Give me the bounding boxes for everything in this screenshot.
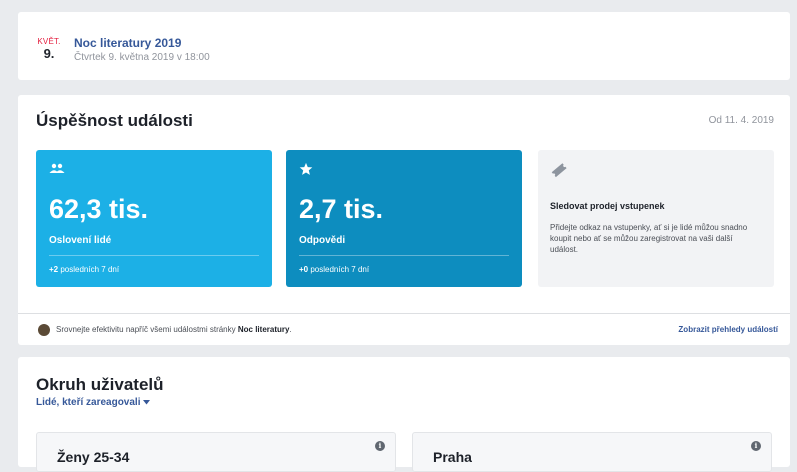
section-title: Úspěšnost události bbox=[36, 111, 193, 130]
since-date: Od 11. 4. 2019 bbox=[708, 115, 774, 126]
people-icon bbox=[49, 162, 65, 180]
audience-card: Okruh uživatelů Lidé, kteří zareagovali … bbox=[18, 357, 790, 472]
responses-trend: +0 posledních 7 dní bbox=[299, 265, 369, 274]
reach-label: Oslovení lidé bbox=[49, 235, 112, 246]
audience-tile-location[interactable]: Praha i bbox=[412, 432, 772, 472]
reach-value: 62,3 tis. bbox=[49, 194, 149, 224]
reach-tile[interactable]: 62,3 tis. Oslovení lidé +2 posledních 7 … bbox=[36, 150, 272, 287]
responses-tile[interactable]: 2,7 tis. Odpovědi +0 posledních 7 dní bbox=[286, 150, 522, 287]
view-event-insights-link[interactable]: Zobrazit přehledy událostí bbox=[678, 325, 778, 334]
comparison-footer: Srovnejte efektivitu napříč všemi událos… bbox=[18, 313, 790, 345]
audience-tile-demographic[interactable]: Ženy 25-34 i bbox=[36, 432, 396, 472]
responses-delta: +0 bbox=[299, 265, 309, 274]
audience-title: Okruh uživatelů bbox=[36, 375, 164, 394]
audience-tile-label: Ženy 25-34 bbox=[57, 449, 130, 465]
ticket-sales-title: Sledovat prodej vstupenek bbox=[550, 201, 665, 211]
responses-period: posledních 7 dní bbox=[310, 265, 370, 274]
reach-trend: +2 posledních 7 dní bbox=[49, 265, 119, 274]
star-icon bbox=[299, 162, 313, 181]
divider bbox=[18, 313, 790, 314]
event-date: KVĚT. 9. bbox=[34, 37, 64, 61]
tile-divider bbox=[49, 255, 259, 256]
ticket-sales-tile[interactable]: Sledovat prodej vstupenek Přidejte odkaz… bbox=[538, 150, 774, 287]
page-name: Noc literatury bbox=[237, 325, 290, 334]
ticket-icon bbox=[551, 162, 567, 183]
audience-filter-dropdown[interactable]: Lidé, kteří zareagovali bbox=[36, 397, 151, 408]
event-datetime: Čtvrtek 9. května 2019 v 18:00 bbox=[74, 52, 210, 63]
event-title-link[interactable]: Noc literatury 2019 bbox=[74, 36, 181, 50]
audience-tile-label: Praha bbox=[433, 449, 472, 465]
responses-value: 2,7 tis. bbox=[299, 194, 384, 224]
responses-label: Odpovědi bbox=[299, 235, 346, 246]
reach-period: posledních 7 dní bbox=[60, 265, 120, 274]
ticket-sales-description: Přidejte odkaz na vstupenky, ať si je li… bbox=[550, 223, 748, 254]
event-performance-card: Úspěšnost události Od 11. 4. 2019 62,3 t… bbox=[18, 95, 790, 345]
tile-divider bbox=[299, 255, 509, 256]
comparison-text: Srovnejte efektivitu napříč všemi událos… bbox=[56, 325, 292, 334]
info-icon[interactable]: i bbox=[375, 441, 385, 451]
page-avatar bbox=[38, 324, 50, 336]
event-date-day: 9. bbox=[43, 46, 55, 61]
info-icon[interactable]: i bbox=[751, 441, 761, 451]
event-header-card: KVĚT. 9. Noc literatury 2019 Čtvrtek 9. … bbox=[18, 12, 790, 80]
reach-delta: +2 bbox=[49, 265, 59, 274]
comparison-description: Srovnejte efektivitu napříč všemi událos… bbox=[56, 325, 236, 334]
audience-filter-label: Lidé, kteří zareagovali bbox=[36, 397, 141, 408]
chevron-down-icon bbox=[143, 397, 151, 408]
